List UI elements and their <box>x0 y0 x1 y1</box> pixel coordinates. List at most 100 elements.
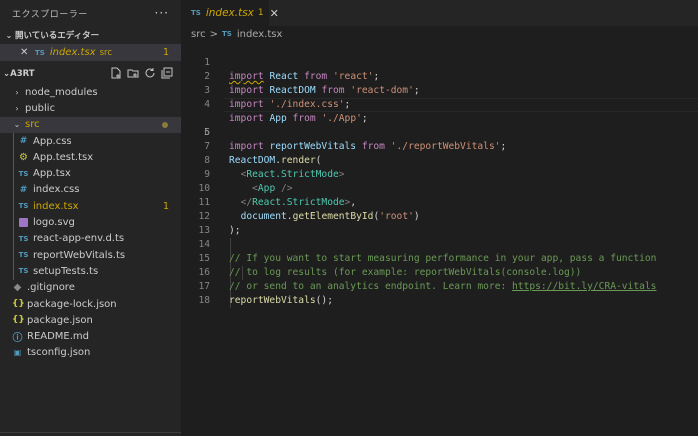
code-line-7: 7 ReactDOM.render( <box>181 126 698 166</box>
tree-file-tsconfig[interactable]: ▣ tsconfig.json <box>0 345 181 361</box>
code-line-10: 10 </React.StrictMode>, <box>181 168 698 208</box>
tree-file-logo-svg[interactable]: logo.svg <box>0 214 181 230</box>
code-line-5: 5 import reportWebVitals from './reportW… <box>181 98 698 152</box>
problem-count: 1 <box>162 47 169 58</box>
code-line-16: 16 // or send to an analytics endpoint. … <box>181 252 698 292</box>
code-line-18: 18 <box>181 280 698 306</box>
tree-item-label: public <box>25 102 56 114</box>
tree-item-label: node_modules <box>25 86 98 98</box>
tree-item-label: react-app-env.d.ts <box>33 233 125 245</box>
refresh-icon[interactable] <box>144 67 156 79</box>
tree-item-label: index.css <box>33 184 80 196</box>
code-token: reportWebVitals <box>229 295 316 306</box>
json-file-icon: {} <box>12 315 25 326</box>
chevron-right-icon: › <box>15 87 19 97</box>
editor-area: TS index.tsx 1 ✕ src > TS index.tsx 1 im… <box>181 0 698 436</box>
svg-file-icon <box>19 218 28 228</box>
chevron-down-icon: ⌄ <box>5 30 13 40</box>
tree-file-app-test[interactable]: ⚙ App.test.tsx <box>0 149 181 165</box>
breadcrumb-file[interactable]: index.tsx <box>237 29 283 40</box>
json-file-icon: {} <box>12 299 25 309</box>
code-line-15: 15 // to log results (for example: repor… <box>181 238 698 278</box>
tree-item-label: index.tsx <box>33 200 79 212</box>
problem-count: 1 <box>257 8 264 18</box>
breadcrumb-folder[interactable]: src <box>191 29 206 40</box>
code-token: (); <box>315 295 333 306</box>
code-editor[interactable]: 1 import React from 'react'; 2 import Re… <box>181 42 698 308</box>
new-file-icon[interactable] <box>110 67 122 79</box>
line-number: 18 <box>198 295 210 306</box>
typescript-file-icon: TS <box>18 267 29 276</box>
tab-bar: TS index.tsx 1 ✕ <box>181 0 698 26</box>
tree-file-report-web-vitals[interactable]: TS reportWebVitals.ts <box>0 247 181 263</box>
current-line-highlight <box>223 98 698 112</box>
code-line-12: 12 ); <box>181 196 698 236</box>
problem-count: 1 <box>162 200 169 212</box>
tree-item-label: tsconfig.json <box>27 347 91 359</box>
tree-file-gitignore[interactable]: ◆ .gitignore <box>0 280 181 296</box>
tab-index-tsx[interactable]: TS index.tsx 1 ✕ <box>181 0 279 26</box>
typescript-file-icon: TS <box>18 234 29 243</box>
code-line-14: 14 // If you want to start measuring per… <box>181 224 698 264</box>
code-line-9: 9 <App /> <box>181 154 698 194</box>
typescript-file-icon: TS <box>191 9 201 17</box>
close-icon[interactable]: ✕ <box>270 7 279 20</box>
typescript-file-icon: TS <box>18 202 29 211</box>
tsconfig-file-icon: ▣ <box>13 348 22 358</box>
tree-file-index-css[interactable]: # index.css <box>0 182 181 198</box>
explorer-sidebar: エクスプローラー ··· ⌄ 開いているエディター ✕ TS index.tsx… <box>0 0 181 436</box>
tree-file-setup-tests[interactable]: TS setupTests.ts <box>0 263 181 279</box>
typescript-file-icon: TS <box>18 169 29 178</box>
chevron-down-icon: ⌄ <box>13 120 21 130</box>
typescript-file-icon: TS <box>18 251 29 260</box>
tree-file-index-tsx[interactable]: TS index.tsx 1 <box>0 198 181 214</box>
css-file-icon: # <box>19 184 28 195</box>
sidebar-divider <box>0 432 181 436</box>
tree-item-label: App.test.tsx <box>33 151 94 163</box>
open-editors-header[interactable]: ⌄ 開いているエディター <box>0 26 181 44</box>
open-editor-path: src <box>99 47 113 58</box>
src-children: # App.css ⚙ App.test.tsx TS App.tsx # in… <box>0 132 181 280</box>
tree-item-label: src <box>25 119 40 131</box>
tree-item-label: App.css <box>33 135 72 147</box>
breadcrumb-separator-icon: > <box>209 28 218 40</box>
code-line-4: 4 import App from './App'; <box>181 84 698 124</box>
test-file-icon: ⚙ <box>19 151 28 163</box>
tree-item-label: package-lock.json <box>27 298 117 310</box>
tree-file-package-lock[interactable]: {} package-lock.json <box>0 296 181 312</box>
tree-item-label: .gitignore <box>27 282 75 294</box>
tree-folder-src[interactable]: ⌄ src <box>0 116 181 133</box>
code-line-13: 13 <box>181 210 698 236</box>
chevron-down-icon: ⌄ <box>3 69 11 79</box>
tree-item-label: README.md <box>27 331 90 343</box>
project-name: A3RT <box>10 69 35 79</box>
more-actions-icon[interactable]: ··· <box>155 6 169 20</box>
open-editor-name: index.tsx <box>49 47 96 58</box>
code-line-11: 11 document.getElementById('root') <box>181 182 698 222</box>
code-line-6: 6 <box>181 112 698 138</box>
collapse-all-icon[interactable] <box>161 67 173 79</box>
code-line-1: 1 import React from 'react'; <box>181 42 698 82</box>
tree-file-react-app-env[interactable]: TS react-app-env.d.ts <box>0 231 181 247</box>
code-line-3: 3 import './index.css'; <box>181 70 698 110</box>
code-line-2: 2 import ReactDOM from 'react-dom'; <box>181 56 698 96</box>
tree-item-label: logo.svg <box>33 217 75 229</box>
new-folder-icon[interactable] <box>127 67 139 79</box>
typescript-file-icon: TS <box>35 48 45 57</box>
close-icon[interactable]: ✕ <box>20 47 32 58</box>
css-file-icon: # <box>19 136 28 147</box>
tree-folder-node-modules[interactable]: › node_modules <box>0 84 181 100</box>
open-editor-item[interactable]: ✕ TS index.tsx src 1 <box>0 44 181 61</box>
chevron-right-icon: › <box>15 103 19 113</box>
tree-item-label: setupTests.ts <box>33 265 99 277</box>
tree-file-app-css[interactable]: # App.css <box>0 133 181 149</box>
typescript-file-icon: TS <box>222 30 232 38</box>
tree-file-readme[interactable]: ⓘ README.md <box>0 328 181 344</box>
tree-file-app-tsx[interactable]: TS App.tsx <box>0 165 181 181</box>
tree-item-label: package.json <box>27 314 93 326</box>
tree-item-label: App.tsx <box>33 168 71 180</box>
tree-folder-public[interactable]: › public <box>0 100 181 116</box>
code-line-17: 17 reportWebVitals(); <box>181 266 698 306</box>
tree-file-package-json[interactable]: {} package.json <box>0 312 181 328</box>
project-header[interactable]: ⌄ A3RT <box>0 64 181 84</box>
